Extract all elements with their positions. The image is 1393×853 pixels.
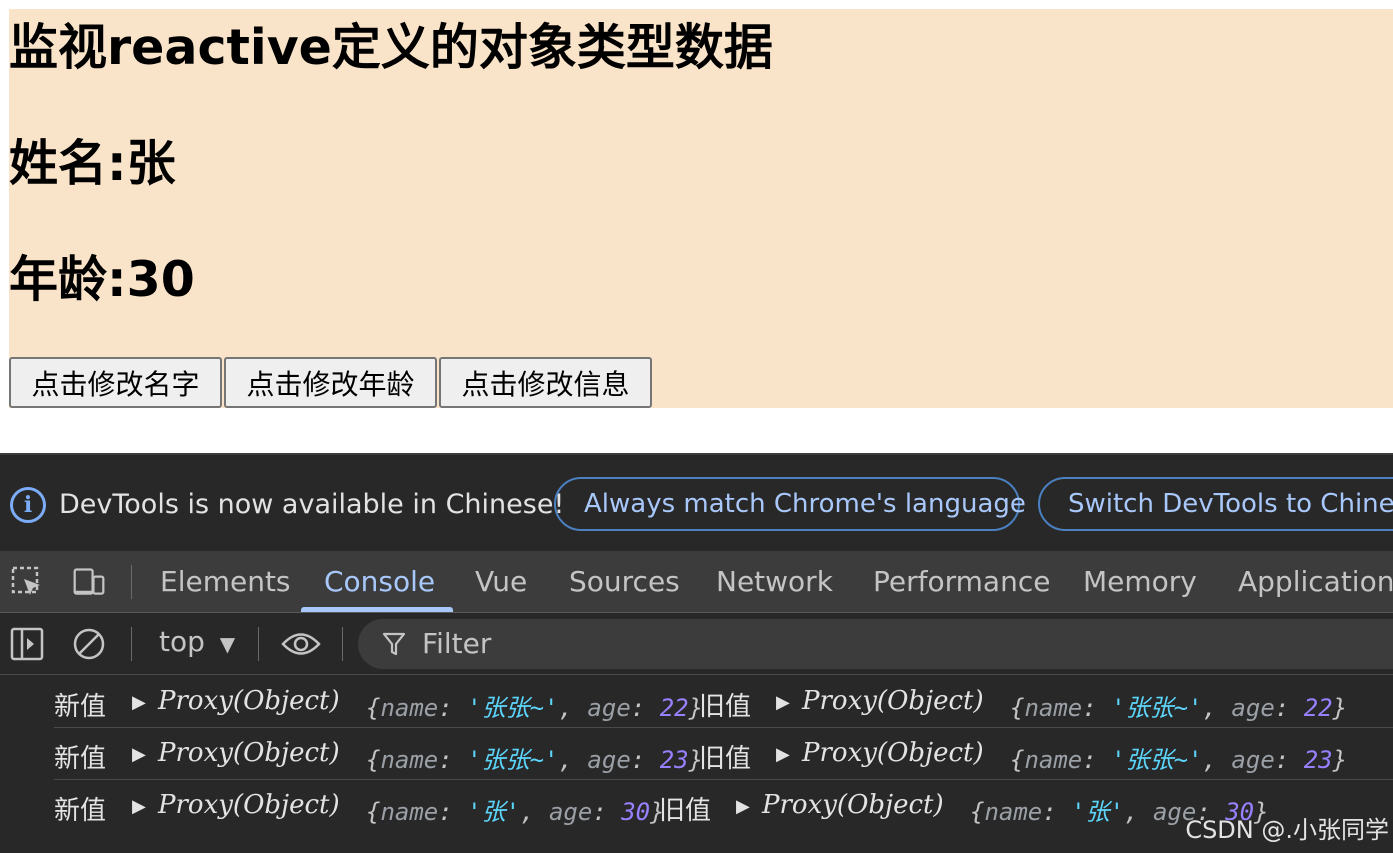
page-title: 监视reactive定义的对象类型数据 (9, 19, 773, 76)
expand-triangle-icon[interactable]: ▶ (132, 796, 146, 817)
toolbar-divider (342, 627, 343, 661)
new-value-label: 新值 (54, 796, 107, 826)
expand-triangle-icon[interactable]: ▶ (132, 692, 146, 713)
tab-memory[interactable]: Memory (1083, 565, 1197, 598)
proxy-label[interactable]: Proxy(Object) (802, 738, 984, 768)
tab-elements[interactable]: Elements (160, 565, 291, 598)
tab-vue[interactable]: Vue (475, 565, 527, 598)
change-age-button[interactable]: 点击修改年龄 (224, 357, 437, 408)
change-name-button[interactable]: 点击修改名字 (9, 357, 222, 408)
proxy-label[interactable]: Proxy(Object) (802, 686, 984, 716)
always-match-language-button[interactable]: Always match Chrome's language (554, 477, 1026, 531)
device-toolbar-icon[interactable] (72, 565, 106, 599)
object-preview: {name: '张', age: 30} (366, 798, 665, 826)
object-preview: {name: '张张~', age: 22} (1010, 694, 1348, 722)
language-infobar: i DevTools is now available in Chinese! … (0, 455, 1393, 551)
devtools-panel: i DevTools is now available in Chinese! … (0, 453, 1393, 853)
tab-console[interactable]: Console (324, 565, 435, 598)
tab-network[interactable]: Network (716, 565, 833, 598)
chevron-down-icon: ▼ (219, 632, 236, 656)
tab-sources[interactable]: Sources (569, 565, 680, 598)
proxy-label[interactable]: Proxy(Object) (158, 738, 340, 768)
object-preview: {name: '张张~', age: 22} (366, 694, 704, 722)
filter-input[interactable]: Filter (358, 619, 1393, 669)
active-tab-indicator (301, 607, 453, 612)
context-selector[interactable]: top ▼ (159, 625, 235, 658)
switch-to-chinese-button[interactable]: Switch DevTools to Chinese (1038, 477, 1393, 531)
expand-triangle-icon[interactable]: ▶ (736, 796, 750, 817)
context-label: top (159, 625, 205, 658)
new-value-label: 新值 (54, 692, 107, 722)
change-info-button[interactable]: 点击修改信息 (439, 357, 652, 408)
toolbar-divider (131, 627, 132, 661)
old-value-label: 旧值 (699, 692, 752, 722)
expand-triangle-icon[interactable]: ▶ (132, 744, 146, 765)
proxy-label[interactable]: Proxy(Object) (158, 790, 340, 820)
toolbar-divider (258, 627, 259, 661)
tab-performance[interactable]: Performance (873, 565, 1050, 598)
age-display: 年龄:30 (9, 251, 195, 308)
name-display: 姓名:张 (9, 135, 176, 192)
console-message: 新值 ▶ Proxy(Object) {name: '张张~', age: 23… (54, 728, 1393, 780)
devtools-tabbar: Elements Console Vue Sources Network Per… (0, 551, 1393, 613)
object-preview: {name: '张张~', age: 23} (366, 746, 704, 774)
object-preview: {name: '张张~', age: 23} (1010, 746, 1348, 774)
sidebar-toggle-icon[interactable] (10, 627, 44, 661)
app-page: 监视reactive定义的对象类型数据 姓名:张 年龄:30 点击修改名字 点击… (9, 9, 1393, 408)
inspect-element-icon[interactable] (10, 565, 44, 599)
eye-icon[interactable] (280, 627, 322, 661)
old-value-label: 旧值 (699, 744, 752, 774)
expand-triangle-icon[interactable]: ▶ (776, 692, 790, 713)
filter-placeholder: Filter (422, 627, 492, 660)
expand-triangle-icon[interactable]: ▶ (776, 744, 790, 765)
tab-application[interactable]: Application (1238, 565, 1393, 598)
console-message: 新值 ▶ Proxy(Object) {name: '张张~', age: 22… (54, 676, 1393, 728)
csdn-watermark: CSDN @.小张同学 (1185, 816, 1389, 844)
console-toolbar: top ▼ Filter (0, 613, 1393, 675)
infobar-message: DevTools is now available in Chinese! (59, 489, 565, 520)
clear-console-icon[interactable] (72, 627, 106, 661)
tabbar-divider (131, 565, 132, 599)
button-row: 点击修改名字 点击修改年龄 点击修改信息 (9, 357, 652, 408)
proxy-label[interactable]: Proxy(Object) (762, 790, 944, 820)
old-value-label: 旧值 (659, 796, 712, 826)
filter-icon (382, 632, 406, 656)
proxy-label[interactable]: Proxy(Object) (158, 686, 340, 716)
new-value-label: 新值 (54, 744, 107, 774)
info-icon: i (10, 487, 46, 523)
